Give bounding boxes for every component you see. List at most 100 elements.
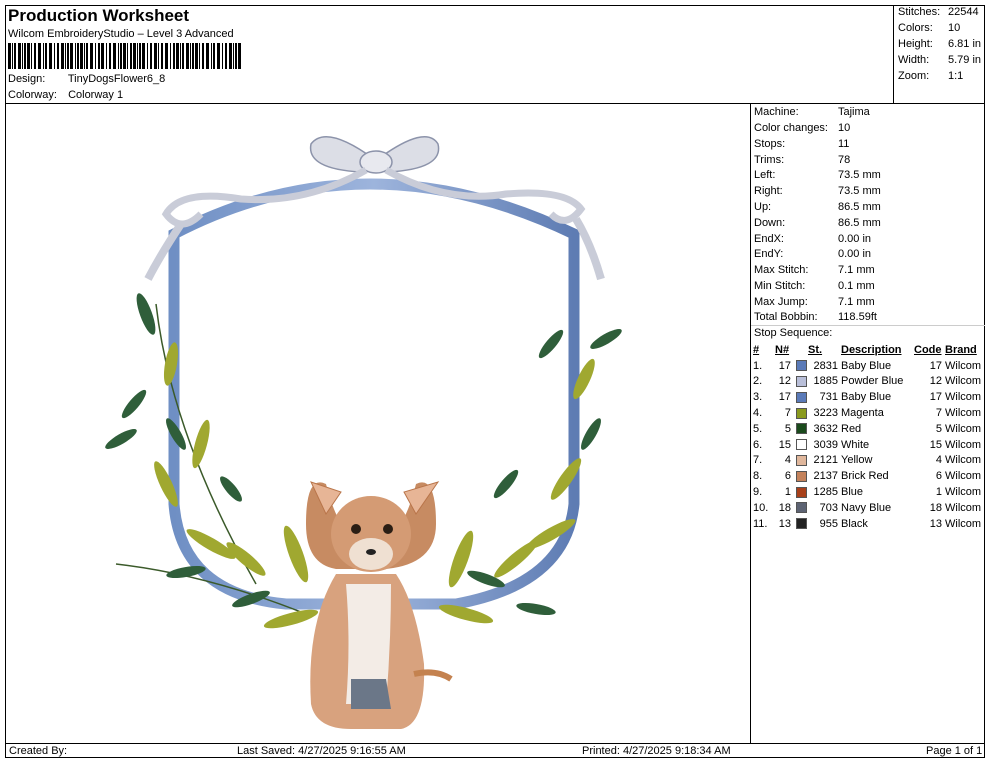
barcode-bar — [14, 43, 16, 69]
info-row: Right: 73.5 mm — [754, 185, 881, 197]
barcode-bar — [98, 43, 100, 69]
cell-desc: Baby Blue — [841, 359, 892, 372]
divider — [751, 325, 985, 326]
cell-code: 6 — [935, 470, 942, 483]
cell-swatch — [794, 468, 808, 484]
color-swatch — [796, 439, 807, 451]
cell-n: 1 — [784, 486, 791, 499]
cell-n: 7 — [784, 407, 791, 420]
cell-swatch — [794, 374, 808, 390]
cell-st: 1885 — [813, 375, 838, 388]
cell-swatch — [794, 405, 808, 421]
barcode-bar — [34, 43, 36, 69]
barcode-bar — [176, 43, 179, 69]
cell-swatch — [794, 484, 808, 500]
cell-brand: Wilcom — [945, 454, 982, 467]
cell-n: 18 — [778, 501, 791, 514]
last-saved: Last Saved: 4/27/2025 9:16:55 AM — [237, 745, 406, 757]
barcode-bar — [49, 43, 52, 69]
cell-swatch — [794, 516, 808, 532]
stat-row: Height: 6.81 in — [898, 38, 982, 50]
barcode-bar — [165, 43, 168, 69]
barcode — [8, 43, 241, 69]
info-row: Up: 86.5 mm — [754, 201, 881, 213]
cell-code: 17 — [929, 359, 942, 372]
cell-code: 15 — [929, 438, 942, 451]
barcode-bar — [150, 43, 152, 69]
barcode-bar — [31, 43, 32, 69]
cell-brand: Wilcom — [945, 501, 982, 514]
color-swatch — [796, 470, 807, 482]
barcode-bar — [43, 43, 44, 69]
barcode-bar — [154, 43, 157, 69]
table-row: 9. 1 1285 Blue 1 Wilcom — [753, 484, 985, 500]
barcode-bar — [195, 43, 198, 69]
colorway-label: Colorway: — [8, 89, 57, 101]
table-header: # N# St. Description Code Brand — [753, 343, 977, 356]
info-row: Left: 73.5 mm — [754, 169, 881, 181]
cell-code: 1 — [935, 486, 942, 499]
barcode-bar — [57, 43, 59, 69]
cell-code: 5 — [935, 422, 942, 435]
barcode-bar — [199, 43, 200, 69]
cell-desc: Baby Blue — [841, 391, 892, 404]
color-swatch — [796, 407, 807, 419]
barcode-bar — [84, 43, 85, 69]
color-swatch — [796, 423, 807, 435]
barcode-bar — [170, 43, 171, 69]
barcode-bar — [127, 43, 128, 69]
barcode-bar — [206, 43, 209, 69]
cell-desc: Magenta — [841, 407, 884, 420]
cell-n: 17 — [778, 359, 791, 372]
page-number: Page 1 of 1 — [926, 745, 983, 757]
cell-st: 2831 — [813, 359, 838, 372]
software-name: Wilcom EmbroideryStudio – Level 3 Advanc… — [8, 28, 234, 40]
cell-desc: Yellow — [841, 454, 873, 467]
barcode-bar — [235, 43, 237, 69]
info-row: Trims: 78 — [754, 154, 851, 166]
barcode-bar — [147, 43, 148, 69]
barcode-bar — [70, 43, 73, 69]
cell-swatch — [794, 500, 808, 516]
table-row: 2. 12 1885 Powder Blue 12 Wilcom — [753, 374, 985, 390]
cell-code: 7 — [935, 407, 942, 420]
cell-st: 2137 — [813, 470, 838, 483]
barcode-bar — [186, 43, 189, 69]
barcode-bar — [173, 43, 175, 69]
barcode-bar — [8, 43, 11, 69]
stat-row: Zoom: 1:1 — [898, 70, 964, 82]
barcode-bar — [61, 43, 64, 69]
barcode-bar — [106, 43, 107, 69]
cell-desc: White — [841, 438, 870, 451]
barcode-bar — [27, 43, 30, 69]
cell-swatch — [794, 437, 808, 453]
barcode-bar — [18, 43, 21, 69]
cell-n: 15 — [778, 438, 791, 451]
cell-idx: 5. — [753, 422, 763, 435]
barcode-bar — [213, 43, 215, 69]
info-row: Max Stitch: 7.1 mm — [754, 264, 875, 276]
info-row: Down: 86.5 mm — [754, 217, 881, 229]
info-row: Max Jump: 7.1 mm — [754, 296, 875, 308]
info-row: Stops: 11 — [754, 138, 850, 150]
barcode-bar — [133, 43, 136, 69]
barcode-bar — [233, 43, 234, 69]
cell-brand: Wilcom — [945, 486, 982, 499]
barcode-bar — [120, 43, 122, 69]
cell-swatch — [794, 421, 808, 437]
cell-st: 3223 — [813, 407, 838, 420]
design-preview — [5, 103, 751, 744]
barcode-bar — [222, 43, 223, 69]
barcode-bar — [139, 43, 141, 69]
color-swatch — [796, 455, 807, 467]
barcode-bar — [192, 43, 194, 69]
barcode-bar — [54, 43, 55, 69]
cell-brand: Wilcom — [945, 375, 982, 388]
cell-brand: Wilcom — [945, 438, 982, 451]
cell-brand: Wilcom — [945, 391, 982, 404]
table-row: 1. 17 2831 Baby Blue 17 Wilcom — [753, 358, 985, 374]
barcode-bar — [77, 43, 79, 69]
cell-brand: Wilcom — [945, 359, 982, 372]
color-swatch — [796, 502, 807, 514]
barcode-bar — [22, 43, 23, 69]
